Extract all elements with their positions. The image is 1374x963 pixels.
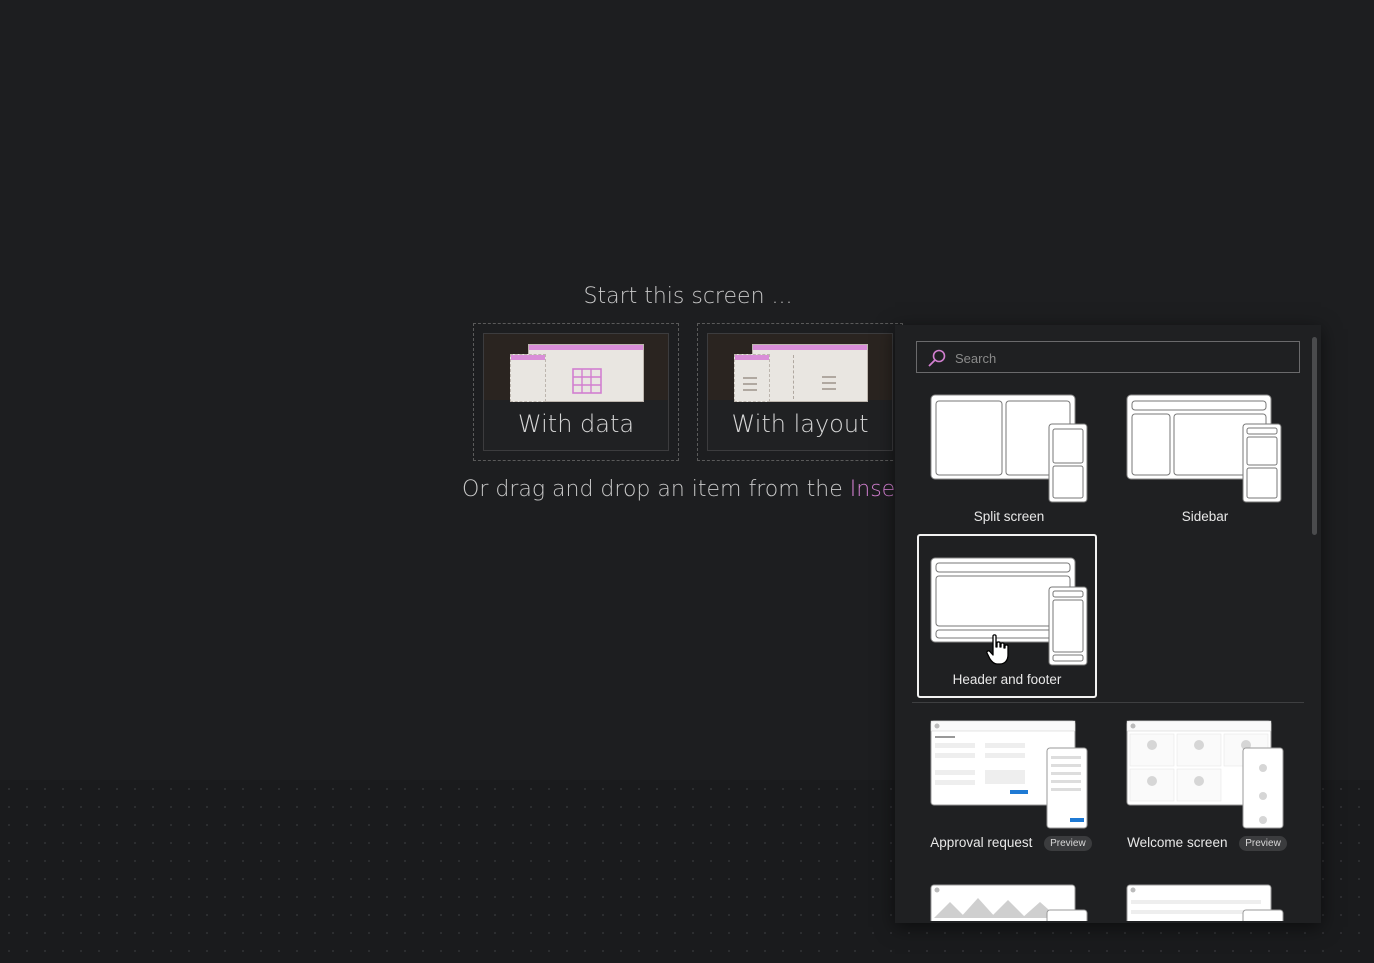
layout-split-screen[interactable]: Split screen: [921, 391, 1097, 551]
search-icon: [928, 349, 946, 367]
preview-badge: Preview: [1044, 835, 1092, 851]
search-box[interactable]: [916, 341, 1300, 374]
section-divider: [912, 702, 1304, 703]
hand-cursor-icon: [986, 634, 1009, 665]
start-screen-title: Start this screen ...: [583, 284, 793, 309]
layout-label: Sidebar: [1181, 509, 1229, 524]
welcome-screen-thumbnail: [1126, 720, 1284, 829]
layout-label: Header and footer: [952, 672, 1062, 687]
layout-header-and-footer[interactable]: Header and footer: [917, 534, 1097, 698]
panel-scrollbar[interactable]: [1312, 337, 1317, 535]
template-label: Approval request: [930, 835, 1033, 850]
layout-label: Split screen: [973, 509, 1045, 524]
split-screen-layout-icon: [930, 394, 1088, 503]
with-data-label: With data: [517, 410, 635, 438]
preview-badge: Preview: [1239, 835, 1287, 851]
layouts-flyout: Split screen Sidebar Header and footer: [895, 325, 1321, 923]
drag-drop-text: Or drag and drop an item from the: [462, 477, 843, 502]
template-welcome-screen[interactable]: Welcome screen Preview: [1117, 717, 1297, 877]
form-thumbnail: [1126, 884, 1284, 921]
with-data-thumbnail: [484, 334, 668, 402]
with-layout-label: With layout: [731, 410, 869, 438]
with-layout-option[interactable]: With layout: [697, 323, 903, 461]
table-icon: [572, 368, 602, 394]
layout-sidebar[interactable]: Sidebar: [1117, 391, 1293, 551]
search-input[interactable]: [953, 342, 1287, 374]
approval-request-thumbnail: [930, 720, 1088, 829]
with-data-option[interactable]: With data: [473, 323, 679, 461]
with-layout-thumbnail: [708, 334, 892, 402]
template-form-partial[interactable]: [1117, 881, 1293, 921]
template-approval-request[interactable]: Approval request Preview: [921, 717, 1101, 877]
insert-pane-link[interactable]: Insert pane: [850, 477, 896, 502]
gallery-thumbnail: [930, 884, 1088, 921]
template-gallery-partial[interactable]: [921, 881, 1097, 921]
drag-drop-hint: Or drag and drop an item from the Insert…: [0, 470, 896, 510]
with-layout-card[interactable]: With layout: [707, 333, 893, 451]
with-data-card[interactable]: With data: [483, 333, 669, 451]
sidebar-layout-icon: [1126, 394, 1282, 503]
template-label: Welcome screen: [1127, 835, 1228, 850]
